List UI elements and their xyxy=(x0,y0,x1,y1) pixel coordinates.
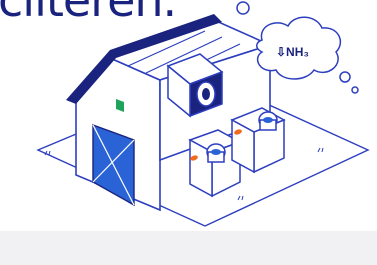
barn-illustration: ⇩NH₃ xyxy=(36,1,370,227)
footer-band xyxy=(0,231,377,265)
scrubber-unit-right xyxy=(230,107,286,174)
ammonia-cloud-label: ⇩NH₃ xyxy=(276,45,309,59)
